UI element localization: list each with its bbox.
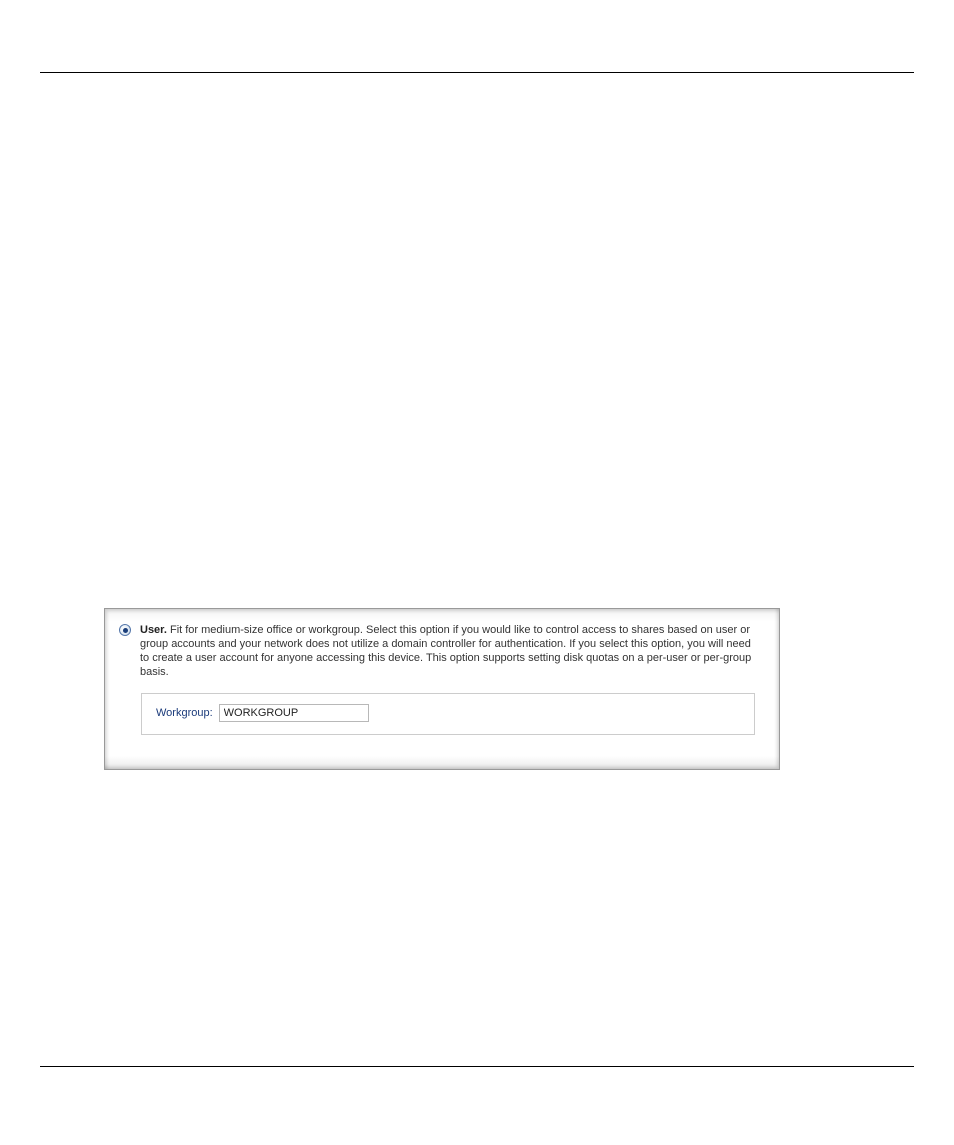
workgroup-label: Workgroup: — [156, 707, 219, 719]
user-mode-radio[interactable] — [119, 623, 140, 636]
user-mode-option[interactable]: User. Fit for medium-size office or work… — [119, 623, 763, 679]
workgroup-input[interactable] — [219, 704, 369, 722]
user-mode-description: User. Fit for medium-size office or work… — [140, 623, 763, 679]
bottom-divider — [40, 1066, 914, 1067]
security-mode-panel: User. Fit for medium-size office or work… — [104, 608, 780, 770]
top-divider — [40, 72, 914, 73]
workgroup-field-row: Workgroup: — [156, 704, 742, 722]
user-mode-text: Fit for medium-size office or workgroup.… — [140, 624, 751, 678]
workgroup-box: Workgroup: — [141, 693, 755, 735]
user-mode-title: User. — [140, 624, 167, 636]
